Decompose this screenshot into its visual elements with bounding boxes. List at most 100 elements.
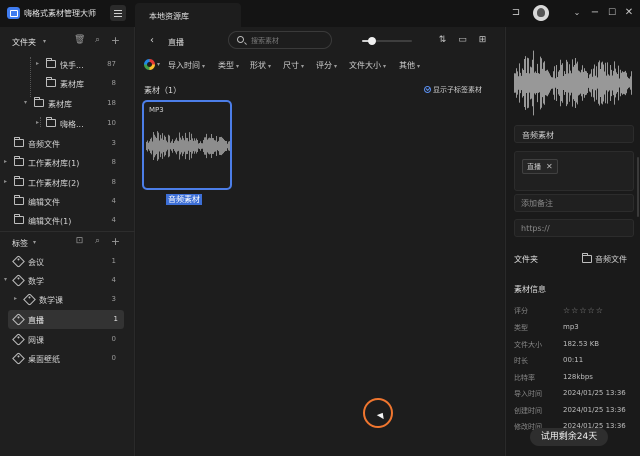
- folders-title: 文件夹: [12, 38, 36, 47]
- sidebar: 文件夹 ▾ 🗑 ⌕ + ▸ 快手... 87 素材库 8 ▾ 素材库 18 ▸ …: [0, 27, 135, 456]
- tag-item[interactable]: ▾ 数学 4: [0, 271, 130, 290]
- chevron-right-icon[interactable]: ▸: [4, 158, 7, 165]
- tag-item-active[interactable]: 直播 1: [8, 310, 124, 329]
- tags-header: 标签 ▾ ⊡ ⌕ +: [0, 231, 135, 253]
- info-row-rating: 评分 ☆☆☆☆☆: [514, 306, 604, 315]
- chevron-down-icon[interactable]: ▾: [4, 276, 7, 283]
- maximize-icon[interactable]: ☐: [605, 6, 619, 20]
- search-box[interactable]: [228, 31, 332, 49]
- back-arrow-icon[interactable]: ‹: [150, 35, 154, 46]
- chevron-right-icon[interactable]: ▸: [4, 178, 7, 185]
- folder-icon: [14, 195, 24, 205]
- filter-shape[interactable]: 形状 ▾: [250, 60, 271, 71]
- info-row: 创建时间 2024/01/25 13:36: [514, 405, 626, 415]
- tag-icon: [12, 313, 25, 326]
- check-circle-icon: [424, 86, 431, 93]
- asset-name-field[interactable]: 音频素材: [514, 125, 634, 143]
- folder-item[interactable]: 素材库 8: [0, 74, 130, 93]
- minimize-icon[interactable]: −: [588, 6, 602, 20]
- folder-item[interactable]: 音频文件 3: [0, 134, 130, 153]
- star-rating[interactable]: ☆☆☆☆☆: [563, 306, 604, 315]
- tags-title: 标签: [12, 239, 28, 248]
- chevron-down-icon[interactable]: ▾: [33, 239, 36, 246]
- tag-icon: [23, 293, 36, 306]
- folder-item[interactable]: ▸ 工作素材库(1) 8: [0, 153, 130, 172]
- zoom-slider[interactable]: [362, 37, 412, 45]
- folder-heading: 文件夹: [514, 255, 538, 264]
- trash-icon[interactable]: 🗑: [74, 35, 85, 46]
- note-field[interactable]: [514, 194, 634, 212]
- collapse-panel-icon[interactable]: ⊐: [509, 6, 523, 20]
- tag-editor[interactable]: 直播 ✕: [514, 151, 634, 191]
- app-title: 嗨格式素材管理大师: [24, 9, 96, 18]
- tab-local-library[interactable]: 本地资源库: [135, 3, 241, 27]
- folder-item[interactable]: ▾ 素材库 18: [0, 94, 130, 113]
- tag-item[interactable]: 会议 1: [0, 252, 130, 271]
- star-icon[interactable]: ☆: [588, 306, 595, 315]
- note-input[interactable]: [521, 198, 629, 209]
- asset-card[interactable]: MP3: [142, 100, 232, 190]
- url-input[interactable]: [521, 223, 629, 234]
- search-input[interactable]: [251, 35, 327, 46]
- close-icon[interactable]: ✕: [622, 6, 636, 20]
- folder-item[interactable]: 编辑文件 4: [0, 192, 130, 211]
- folder-item[interactable]: ▸ 快手... 87: [0, 55, 130, 74]
- folder-item[interactable]: 编辑文件(1) 4: [0, 211, 130, 227]
- info-row: 时长 00:11: [514, 356, 584, 365]
- color-filter-icon[interactable]: [144, 59, 155, 70]
- info-row: 导入时间 2024/01/25 13:36: [514, 389, 626, 398]
- tag-icon: [12, 333, 25, 346]
- star-icon[interactable]: ☆: [596, 306, 603, 315]
- folder-item[interactable]: ▸ 工作素材库(2) 8: [0, 173, 130, 192]
- filter-size[interactable]: 尺寸 ▾: [283, 60, 304, 71]
- tag-item[interactable]: 桌面壁纸 0: [0, 349, 130, 368]
- tag-item[interactable]: ▸ 数学课 3: [0, 290, 130, 309]
- tag-icon: [12, 255, 25, 268]
- preview-mode-icon[interactable]: ▭: [457, 35, 468, 45]
- filter-type[interactable]: 类型 ▾: [218, 60, 239, 71]
- folder-icon: [14, 176, 24, 186]
- trial-badge[interactable]: 试用剩余24天: [530, 428, 608, 446]
- url-field[interactable]: [514, 219, 634, 237]
- asset-name-label[interactable]: 音频素材: [166, 194, 202, 205]
- tag-chip: 直播 ✕: [522, 159, 558, 174]
- detail-panel: 音频素材 直播✕ 文件夹 音频文件 素材信息 评分 ☆☆☆☆☆ 类型mp3 文件大…: [505, 27, 640, 456]
- show-subtag-toggle[interactable]: 显示子标签素材: [424, 85, 482, 95]
- star-icon[interactable]: ☆: [571, 306, 578, 315]
- search-icon[interactable]: ⌕: [92, 35, 103, 46]
- folder-icon: [34, 97, 44, 107]
- chevron-right-icon[interactable]: ▸: [14, 295, 17, 302]
- chevron-down-icon[interactable]: ▾: [157, 61, 160, 68]
- panel-scrollbar[interactable]: [637, 157, 639, 217]
- star-icon[interactable]: ☆: [579, 306, 586, 315]
- sort-icon[interactable]: ⇅: [437, 35, 448, 45]
- filter-import-time[interactable]: 导入时间 ▾: [168, 60, 205, 71]
- folder-link[interactable]: 音频文件: [582, 253, 627, 265]
- chevron-right-icon[interactable]: ▸: [36, 119, 39, 126]
- menu-button[interactable]: [110, 5, 126, 21]
- chevron-down-icon[interactable]: ▾: [24, 99, 27, 106]
- tag-manage-icon[interactable]: ⊡: [74, 236, 85, 247]
- grid-view-icon[interactable]: ⊞: [477, 35, 488, 45]
- folder-icon: [14, 214, 24, 224]
- filter-file-size[interactable]: 文件大小 ▾: [349, 60, 386, 71]
- chevron-down-icon[interactable]: ▾: [43, 38, 46, 45]
- folder-item[interactable]: ▸ 嗨格... 10: [0, 114, 130, 133]
- user-avatar[interactable]: [533, 5, 549, 21]
- add-folder-icon[interactable]: +: [110, 35, 121, 46]
- app-logo-icon: [7, 7, 20, 19]
- filter-other[interactable]: 其他 ▾: [399, 60, 420, 71]
- star-icon[interactable]: ☆: [563, 306, 570, 315]
- search-icon[interactable]: ⌕: [92, 236, 103, 247]
- zoom-handle[interactable]: [368, 37, 376, 45]
- waveform-preview: [514, 50, 632, 116]
- main-content: ‹ 直播 ⇅ ▭ ⊞ ▾ 导入时间▾ 类型▾ 形状▾ 尺寸▾ 评分▾ 文件大小▾…: [136, 27, 504, 456]
- chevron-down-icon[interactable]: ⌄: [570, 6, 584, 20]
- tag-item[interactable]: 网课 0: [0, 330, 130, 349]
- filter-rating[interactable]: 评分 ▾: [316, 60, 337, 71]
- chevron-right-icon[interactable]: ▸: [36, 60, 39, 67]
- folder-icon: [46, 58, 56, 68]
- close-icon[interactable]: ✕: [546, 162, 553, 171]
- search-icon: [237, 36, 244, 43]
- add-tag-icon[interactable]: +: [110, 236, 121, 247]
